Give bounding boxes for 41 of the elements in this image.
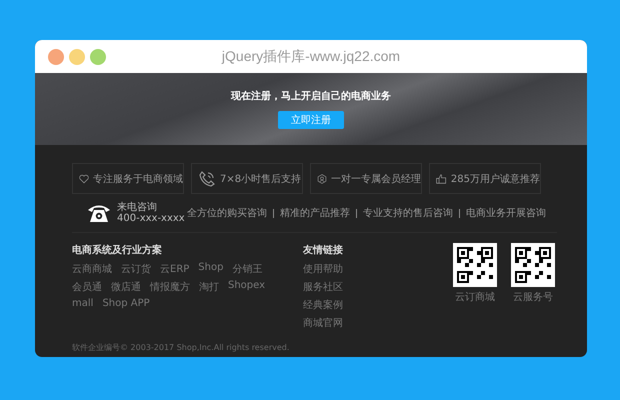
footer-link[interactable]: 云订货 — [121, 262, 151, 276]
footer-link[interactable]: 情报魔方 — [150, 280, 190, 294]
footer-link[interactable]: 云商商城 — [72, 262, 112, 276]
register-button[interactable]: 立即注册 — [278, 111, 344, 129]
service-link[interactable]: 精准的产品推荐 — [280, 206, 350, 220]
service-link[interactable]: 专业支持的售后咨询 — [363, 206, 453, 220]
footer-link[interactable]: 服务社区 — [303, 280, 393, 294]
feature-label: 7×8小时售后支持 — [220, 172, 302, 186]
footer-link[interactable]: Shop APP — [102, 298, 150, 309]
footer-link[interactable]: 分销王 — [232, 262, 262, 276]
maximize-icon[interactable] — [90, 48, 106, 64]
phone-number: 400-xxx-xxxx — [117, 213, 186, 224]
service-link[interactable]: 全方位的购买咨询 — [187, 206, 267, 220]
feature-label: 专注服务于电商领域 — [93, 172, 183, 186]
footer-link[interactable]: 云ERP — [160, 262, 190, 276]
footer-link[interactable]: 商城官网 — [303, 316, 393, 330]
qr-code-icon — [511, 243, 555, 287]
footer-link[interactable]: Shopex — [228, 280, 266, 294]
contact-label: 来电咨询 — [117, 202, 158, 213]
phone-icon — [198, 170, 216, 188]
telephone-icon — [87, 203, 111, 223]
minimize-icon[interactable] — [69, 48, 85, 64]
footer-link[interactable]: Shop — [198, 262, 224, 276]
feature-label: 一对一专属会员经理 — [331, 172, 421, 186]
footer-link[interactable]: 微店通 — [111, 280, 141, 294]
footer-link[interactable]: 淘打 — [199, 280, 219, 294]
footer-link[interactable]: 使用帮助 — [303, 262, 393, 276]
qr-caption: 云服务号 — [513, 291, 553, 304]
feature-label: 285万用户诚意推荐 — [450, 172, 540, 186]
qr-code-icon — [453, 243, 497, 287]
window-title: jQuery插件库-www.jq22.com — [222, 48, 400, 66]
footer-link[interactable]: 会员通 — [72, 280, 102, 294]
section-heading: 电商系统及行业方案 — [72, 243, 163, 257]
section-heading: 友情链接 — [303, 244, 344, 257]
qr-caption: 云订商城 — [455, 290, 495, 304]
banner-heading: 现在注册，马上开启自己的电商业务 — [231, 89, 391, 103]
close-icon[interactable] — [48, 48, 64, 64]
footer-link[interactable]: mall — [72, 298, 94, 309]
copyright-text: 软件企业编号© 2003-2017 Shop,Inc.All rights reserved. — [72, 342, 290, 353]
service-link[interactable]: 电商业务开展咨询 — [466, 206, 546, 220]
footer-link[interactable]: 经典案例 — [303, 298, 393, 312]
